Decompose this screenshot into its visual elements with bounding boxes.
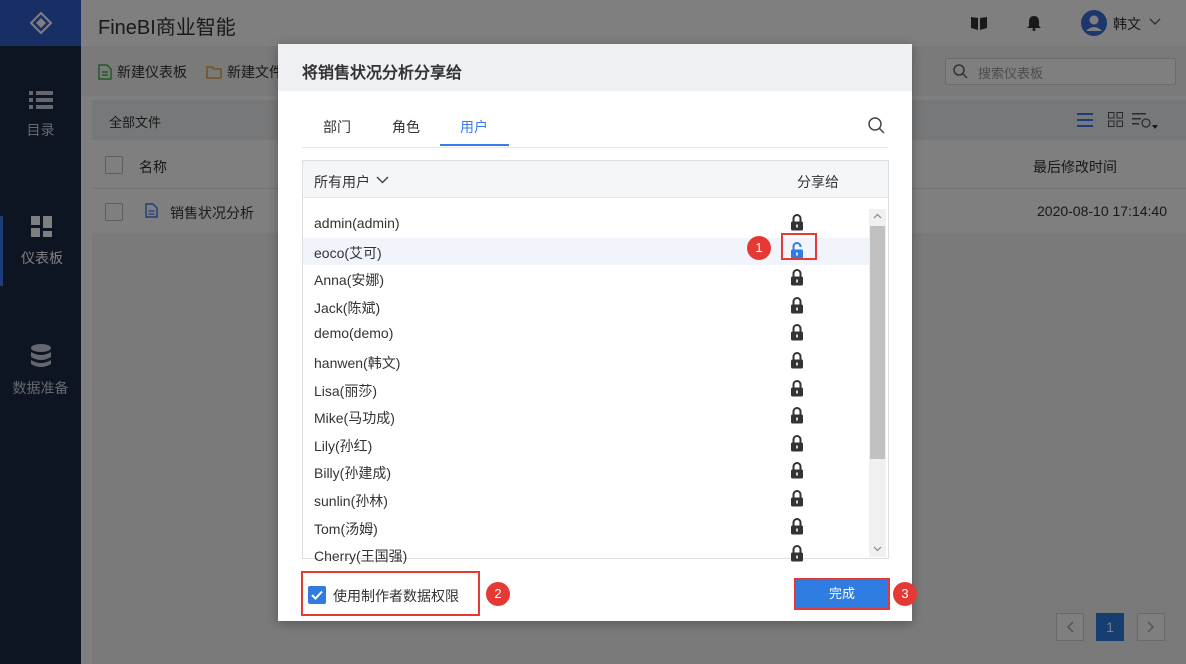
user-row[interactable]: Cherry(王国强) <box>303 541 869 568</box>
lock-icon[interactable] <box>790 214 804 231</box>
user-name: Anna(安娜) <box>314 272 385 289</box>
user-name: Tom(汤姆) <box>314 520 378 537</box>
tab-user[interactable]: 用户 <box>460 117 488 137</box>
scroll-up-icon[interactable] <box>873 213 882 219</box>
lock-icon[interactable] <box>790 352 804 369</box>
user-name: Cherry(王国强) <box>314 548 408 565</box>
user-name: Jack(陈斌) <box>314 299 381 316</box>
share-column-header: 分享给 <box>797 174 839 190</box>
user-row[interactable]: hanwen(韩文) <box>303 348 869 375</box>
user-name: Billy(孙建成) <box>314 465 391 482</box>
lock-icon[interactable] <box>790 434 804 452</box>
user-row[interactable]: Billy(孙建成) <box>303 458 869 485</box>
user-row[interactable]: Anna(安娜) <box>303 265 869 292</box>
user-row[interactable]: sunlin(孙林) <box>303 486 869 513</box>
user-name: Lisa(丽莎) <box>314 382 378 399</box>
tabs-divider <box>302 147 888 148</box>
user-row[interactable]: Jack(陈斌) <box>303 293 869 320</box>
annotation-marker-1: 1 <box>747 236 771 260</box>
user-name: admin(admin) <box>314 215 400 231</box>
lock-icon[interactable] <box>790 517 804 535</box>
lock-icon[interactable] <box>790 490 804 507</box>
lock-icon[interactable] <box>790 407 804 424</box>
lock-icon[interactable] <box>790 324 804 341</box>
user-row[interactable]: Lily(孙红) <box>303 431 869 458</box>
share-dialog: 将销售状况分析分享给 部门 角色 用户 所有用户 分享给 admin(admin… <box>278 44 917 621</box>
lock-icon[interactable] <box>790 379 804 397</box>
user-filter-dropdown[interactable]: 所有用户 <box>314 172 370 192</box>
user-name: sunlin(孙林) <box>314 493 388 509</box>
owner-permission-checkbox[interactable] <box>308 586 326 604</box>
dialog-header: 将销售状况分析分享给 <box>278 44 912 91</box>
checkmark-icon <box>311 590 323 600</box>
scroll-thumb[interactable] <box>870 226 885 459</box>
user-name: Lily(孙红) <box>314 437 373 454</box>
user-row[interactable]: demo(demo) <box>303 320 869 347</box>
search-icon[interactable] <box>868 117 885 134</box>
user-row[interactable]: Tom(汤姆) <box>303 514 869 541</box>
user-name: hanwen(韩文) <box>314 355 401 371</box>
active-tab-indicator <box>440 144 509 146</box>
dialog-title: 将销售状况分析分享给 <box>302 65 463 82</box>
user-list: 所有用户 分享给 admin(admin) eoco(艾可) Anna(安娜) Jac… <box>302 160 889 564</box>
user-name: eoco(艾可) <box>314 244 382 261</box>
lock-icon[interactable] <box>790 462 804 479</box>
tab-department[interactable]: 部门 <box>323 117 351 137</box>
annotation-box-3 <box>794 578 890 610</box>
chevron-down-icon[interactable] <box>376 176 389 184</box>
user-row[interactable]: Lisa(丽莎) <box>303 376 869 403</box>
annotation-marker-2: 2 <box>486 582 510 606</box>
lock-icon[interactable] <box>790 545 804 562</box>
scrollbar[interactable] <box>869 209 886 557</box>
tab-role[interactable]: 角色 <box>392 117 420 137</box>
lock-icon[interactable] <box>790 269 804 286</box>
lock-icon[interactable] <box>790 296 804 314</box>
user-list-header: 所有用户 分享给 <box>303 161 888 198</box>
user-name: demo(demo) <box>314 325 394 342</box>
owner-permission-label[interactable]: 使用制作者数据权限 <box>333 586 459 606</box>
scroll-down-icon[interactable] <box>873 546 882 552</box>
user-name: Mike(马功成) <box>314 410 395 427</box>
user-row[interactable]: Mike(马功成) <box>303 403 869 430</box>
annotation-marker-3: 3 <box>893 582 917 606</box>
annotation-box-1 <box>781 233 817 260</box>
